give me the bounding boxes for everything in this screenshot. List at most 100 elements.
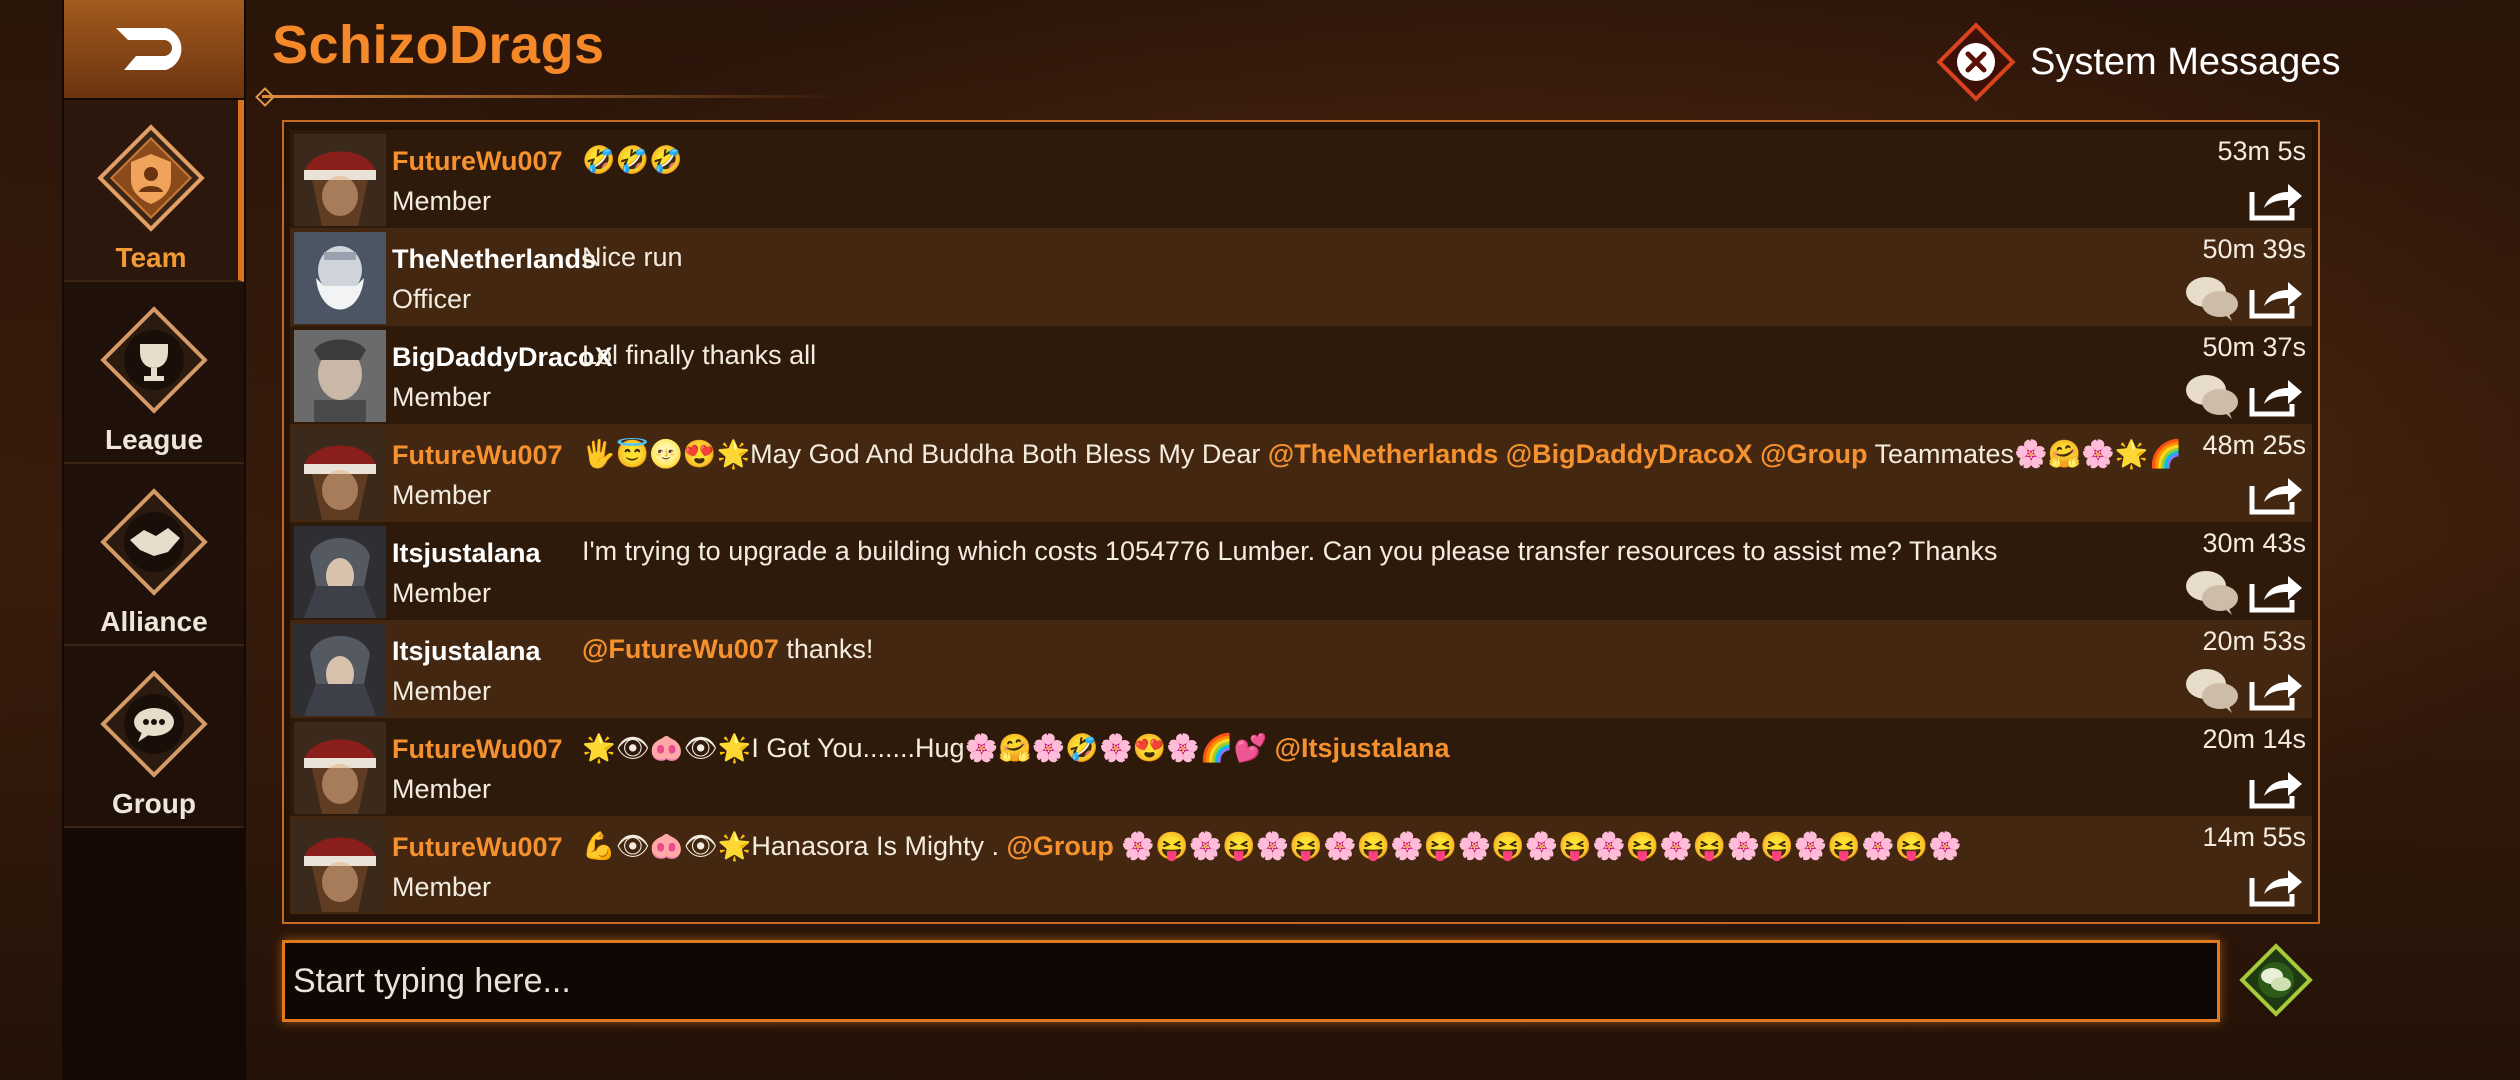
message-text: Nice run [582, 242, 683, 272]
sidebar-item-label: Team [115, 242, 187, 273]
message-text: 💪👁🐽👁🌟Hanasora Is Mighty . @Group 🌸😝🌸😝🌸😝🌸… [582, 830, 1962, 862]
message-username[interactable]: FutureWu007 [392, 440, 563, 471]
system-messages-label: System Messages [2030, 40, 2341, 83]
message-text: I'm trying to upgrade a building which c… [582, 536, 1998, 566]
system-messages-button[interactable]: System Messages [1934, 20, 2340, 104]
message-username[interactable]: Itsjustalana [392, 538, 541, 569]
message-username[interactable]: BigDaddyDracoX [392, 342, 613, 373]
sidebar-item-label: Alliance [100, 606, 208, 637]
avatar-bigdaddy-icon [294, 330, 386, 422]
share-icon[interactable] [2248, 668, 2304, 712]
message-role: Member [392, 186, 492, 216]
message-username[interactable]: FutureWu007 [392, 734, 563, 765]
message-timestamp: 53m 5s [2217, 136, 2306, 166]
avatar[interactable] [294, 330, 386, 422]
message-timestamp: 14m 55s [2202, 822, 2306, 852]
chat-message: TheNetherlands Officer Nice run 50m 39s [290, 228, 2312, 326]
avatar[interactable] [294, 428, 386, 520]
chat-messages-list[interactable]: FutureWu007 Member 🤣🤣🤣 53m 5s TheNetherl… [282, 120, 2320, 924]
message-text: @FutureWu007 thanks! [582, 634, 873, 665]
chat-message: FutureWu007 Member 💪👁🐽👁🌟Hanasora Is Migh… [290, 816, 2312, 914]
share-icon[interactable] [2248, 276, 2304, 320]
mention-link[interactable]: @Itsjustalana [1275, 733, 1450, 763]
mention-link[interactable]: @BigDaddyDracoX [1506, 439, 1753, 469]
message-input-container [282, 940, 2220, 1022]
message-role: Member [392, 872, 492, 902]
message-text-part: 🌸😝🌸😝🌸😝🌸😝🌸😝🌸😝🌸😝🌸😝🌸😝🌸😝🌸😝🌸😝🌸 [1113, 831, 1962, 861]
avatar-itsjustalana-icon [294, 624, 386, 716]
share-icon[interactable] [2248, 766, 2304, 810]
share-icon[interactable] [2248, 178, 2304, 222]
share-icon[interactable] [2248, 570, 2304, 614]
reply-bubble-icon[interactable] [2184, 568, 2240, 616]
message-username[interactable]: Itsjustalana [392, 636, 541, 667]
team-shield-icon [97, 124, 205, 232]
share-icon[interactable] [2248, 472, 2304, 516]
message-timestamp: 50m 39s [2202, 234, 2306, 264]
message-text-part: 🖐😇🌝😍🌟May God And Buddha Both Bless My De… [582, 439, 1268, 469]
avatar-futurewu-icon [294, 428, 386, 520]
sidebar-item-group[interactable]: Group [64, 646, 244, 828]
page-title: SchizoDrags [272, 15, 605, 75]
group-chat-icon [100, 670, 208, 778]
title-underline [262, 95, 842, 98]
mention-link[interactable]: @FutureWu007 [582, 634, 779, 664]
send-chat-icon[interactable] [2236, 940, 2316, 1020]
back-button[interactable] [64, 0, 244, 98]
avatar-itsjustalana-icon [294, 526, 386, 618]
message-username[interactable]: TheNetherlands [392, 244, 596, 275]
avatar-futurewu-icon [294, 820, 386, 912]
reply-bubble-icon[interactable] [2184, 666, 2240, 714]
share-icon[interactable] [2248, 374, 2304, 418]
message-timestamp: 30m 43s [2202, 528, 2306, 558]
mention-link[interactable]: @Group [1760, 439, 1867, 469]
avatar-futurewu-icon [294, 134, 386, 226]
avatar[interactable] [294, 134, 386, 226]
trophy-icon [100, 306, 208, 414]
message-text-part: thanks! [778, 634, 874, 664]
avatar-netherlands-icon [294, 232, 386, 324]
message-role: Member [392, 578, 492, 608]
avatar[interactable] [294, 722, 386, 814]
chat-message: Itsjustalana Member I'm trying to upgrad… [290, 522, 2312, 620]
message-username[interactable]: FutureWu007 [392, 832, 563, 863]
message-input[interactable] [285, 943, 2217, 1019]
back-arrow-icon [116, 28, 182, 70]
message-timestamp: 20m 53s [2202, 626, 2306, 656]
reply-bubble-icon[interactable] [2184, 372, 2240, 420]
close-icon [1936, 22, 2016, 102]
reply-bubble-icon[interactable] [2184, 274, 2240, 322]
message-role: Member [392, 676, 492, 706]
avatar[interactable] [294, 624, 386, 716]
message-text-part: 💪👁🐽👁🌟Hanasora Is Mighty . [582, 831, 1007, 861]
chat-message: Itsjustalana Member @FutureWu007 thanks!… [290, 620, 2312, 718]
avatar[interactable] [294, 526, 386, 618]
message-username[interactable]: FutureWu007 [392, 146, 563, 177]
sidebar-item-label: Group [112, 788, 196, 819]
message-role: Member [392, 774, 492, 804]
chat-message: BigDaddyDracoX Member Lol finally thanks… [290, 326, 2312, 424]
message-text: Lol finally thanks all [582, 340, 817, 370]
chat-message: FutureWu007 Member 🤣🤣🤣 53m 5s [290, 130, 2312, 228]
avatar[interactable] [294, 232, 386, 324]
avatar-futurewu-icon [294, 722, 386, 814]
sidebar-item-team[interactable]: Team [64, 100, 244, 282]
message-role: Member [392, 382, 492, 412]
message-text: 🤣🤣🤣 [582, 145, 683, 175]
message-role: Member [392, 480, 492, 510]
mention-link[interactable]: @Group [1007, 831, 1114, 861]
message-text: 🖐😇🌝😍🌟May God And Buddha Both Bless My De… [582, 438, 2182, 470]
mention-link[interactable]: @TheNetherlands [1268, 439, 1498, 469]
chat-message: FutureWu007 Member 🌟👁🐽👁🌟I Got You.......… [290, 718, 2312, 816]
sidebar-item-league[interactable]: League [64, 282, 244, 464]
share-icon[interactable] [2248, 864, 2304, 908]
sidebar-item-alliance[interactable]: Alliance [64, 464, 244, 646]
message-timestamp: 48m 25s [2202, 430, 2306, 460]
message-timestamp: 20m 14s [2202, 724, 2306, 754]
message-text: 🌟👁🐽👁🌟I Got You.......Hug🌸🤗🌸🤣🌸😍🌸🌈💕 @Itsju… [582, 732, 1450, 764]
handshake-icon [100, 488, 208, 596]
message-text-part: 🌟👁🐽👁🌟I Got You.......Hug🌸🤗🌸🤣🌸😍🌸🌈💕 [582, 733, 1275, 763]
message-timestamp: 50m 37s [2202, 332, 2306, 362]
message-role: Officer [392, 284, 472, 314]
avatar[interactable] [294, 820, 386, 912]
